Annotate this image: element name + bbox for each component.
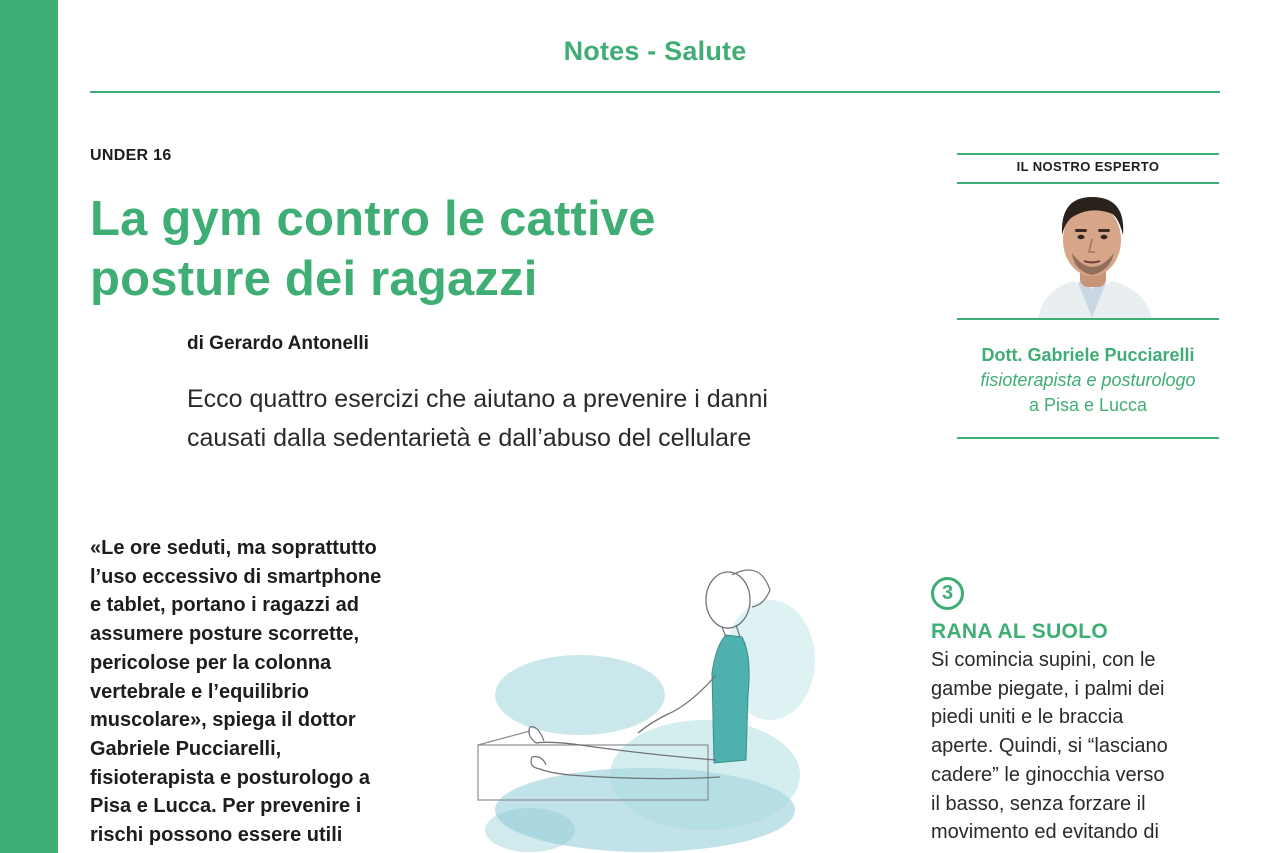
expert-bottom-rule xyxy=(957,437,1219,439)
body-line: pericolose per la colonna xyxy=(90,651,332,674)
exercise-title: RANA AL SUOLO xyxy=(931,620,1108,643)
expert-role: fisioterapista e posturologo xyxy=(980,370,1196,390)
body-line: vertebrale e l’equilibrio xyxy=(90,680,309,703)
expert-photo-rule xyxy=(957,318,1219,320)
body-line: Pisa e Lucca. Per prevenire i xyxy=(90,795,362,818)
expert-name: Dott. Gabriele Pucciarelli xyxy=(981,345,1195,365)
exercise-number-badge: 3 xyxy=(931,577,964,610)
body-line: «Le ore seduti, ma soprattutto xyxy=(90,537,377,559)
standfirst-line: Ecco quattro esercizi che aiutano a prev… xyxy=(187,385,768,413)
exercise-line: il basso, senza forzare il xyxy=(931,792,1146,815)
article-standfirst: Ecco quattro esercizi che aiutano a prev… xyxy=(187,380,877,458)
expert-place: a Pisa e Lucca xyxy=(1028,395,1148,415)
body-line: assumere posture scorrette, xyxy=(90,623,360,646)
article-kicker: UNDER 16 xyxy=(90,147,172,164)
expert-portrait-drawing xyxy=(1030,185,1155,318)
section-header: Notes - Salute xyxy=(563,36,747,66)
body-line: rischi possono essere utili xyxy=(90,824,343,847)
exercise-line: aperte. Quindi, si “lasciano xyxy=(931,735,1168,758)
body-line: fisioterapista e posturologo a xyxy=(90,766,371,789)
body-line: e tablet, portano i ragazzi ad xyxy=(90,594,359,617)
exercise-line: piedi uniti e le braccia xyxy=(931,706,1124,729)
standfirst-line: causati dalla sedentarietà e dall’abuso … xyxy=(187,424,752,452)
exercise-illustration xyxy=(470,545,850,853)
exercise-line: cadere” le ginocchia verso xyxy=(931,763,1165,786)
body-line: l’uso eccessivo di smartphone xyxy=(90,565,382,588)
headline-line: posture dei ragazzi xyxy=(90,252,538,306)
article-byline: di Gerardo Antonelli xyxy=(187,333,369,354)
exercise-body: Si comincia supini, con le gambe piegate… xyxy=(931,646,1221,847)
expert-label-rule xyxy=(957,182,1219,184)
article-body: «Le ore seduti, ma soprattutto l’uso ecc… xyxy=(90,534,430,850)
header-divider xyxy=(90,91,1220,93)
expert-label: IL NOSTRO ESPERTO xyxy=(1016,159,1160,174)
exercise-line: movimento ed evitando di xyxy=(931,821,1159,844)
article-headline: La gym contro le cattive posture dei rag… xyxy=(90,189,890,309)
body-line: muscolare», spiega il dottor xyxy=(90,709,356,732)
exercise-line: Si comincia supini, con le xyxy=(931,649,1156,671)
body-line: Gabriele Pucciarelli, xyxy=(90,737,282,760)
page-edge-bar xyxy=(0,0,58,853)
exercise-line: gambe piegate, i palmi dei xyxy=(931,677,1165,700)
exercise-illustration-drawing xyxy=(477,569,815,852)
expert-top-rule xyxy=(957,153,1219,155)
headline-line: La gym contro le cattive xyxy=(90,192,656,246)
expert-portrait xyxy=(1030,185,1155,318)
